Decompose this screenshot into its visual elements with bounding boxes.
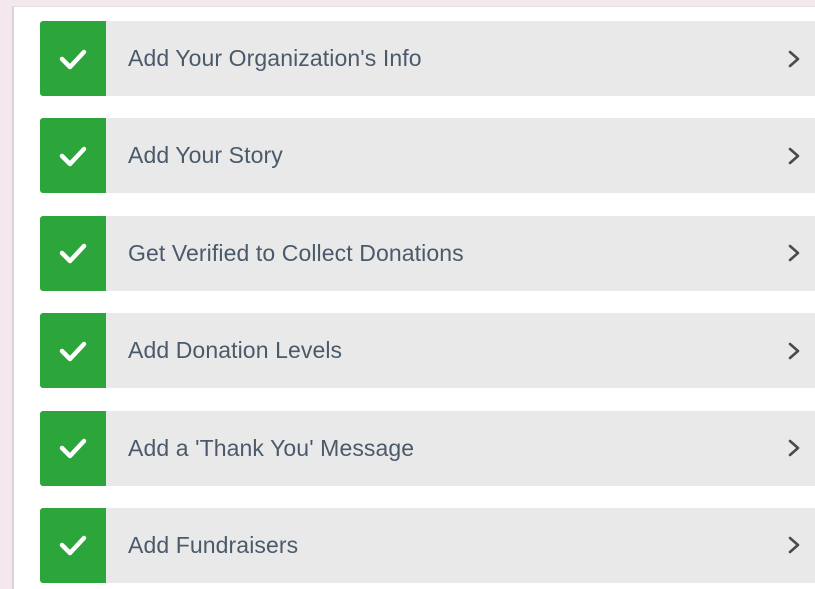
check-icon [40,313,106,389]
checklist-item-fundraisers[interactable]: Add Fundraisers [40,507,815,583]
checklist-item-organization-info[interactable]: Add Your Organization's Info [40,21,815,96]
check-icon [40,118,106,194]
setup-checklist-panel: Add Your Organization's Info Add Your St… [12,6,815,589]
checklist-item-verification[interactable]: Get Verified to Collect Donations [40,215,815,291]
checklist-item-label: Get Verified to Collect Donations [128,239,464,266]
chevron-right-icon [774,535,815,555]
chevron-right-icon [774,438,815,458]
check-icon [40,215,106,291]
checklist-item-label: Add Your Organization's Info [128,45,422,71]
chevron-right-icon [774,146,815,166]
chevron-right-icon [774,341,815,361]
chevron-right-icon [774,243,815,263]
setup-checklist: Add Your Organization's Info Add Your St… [40,21,815,583]
check-icon [40,21,106,96]
checklist-item-thank-you-message[interactable]: Add a 'Thank You' Message [40,410,815,486]
checklist-item-story[interactable]: Add Your Story [40,118,815,194]
check-icon [40,410,106,486]
checklist-item-donation-levels[interactable]: Add Donation Levels [40,313,815,389]
checklist-item-label: Add Donation Levels [128,337,343,364]
check-icon [40,507,106,583]
checklist-item-label: Add a 'Thank You' Message [128,434,415,461]
chevron-right-icon [774,49,815,69]
checklist-item-label: Add Fundraisers [128,531,299,558]
checklist-item-label: Add Your Story [128,142,283,169]
